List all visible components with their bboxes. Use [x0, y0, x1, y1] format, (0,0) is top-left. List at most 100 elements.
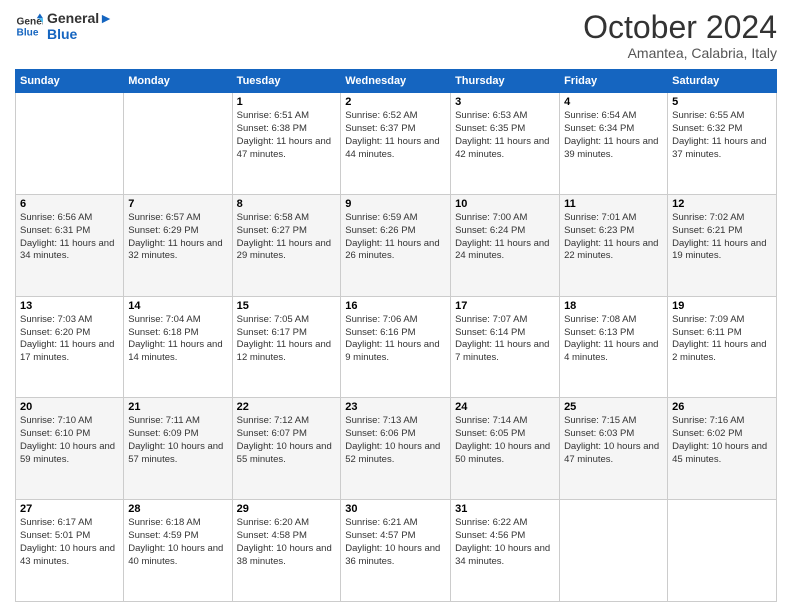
day-info: Sunrise: 7:15 AMSunset: 6:03 PMDaylight:…: [564, 415, 663, 466]
calendar-cell: 19 Sunrise: 7:09 AMSunset: 6:11 PMDayligh…: [668, 296, 777, 398]
calendar-cell: 18Sunrise: 7:08 AMSunset: 6:13 PMDayligh…: [560, 296, 668, 398]
calendar-cell: 16Sunrise: 7:06 AMSunset: 6:16 PMDayligh…: [341, 296, 451, 398]
calendar-cell: 7 Sunrise: 6:57 AMSunset: 6:29 PMDaylight…: [124, 194, 232, 296]
day-number: 13: [20, 300, 119, 312]
day-number: 1: [237, 96, 337, 108]
calendar-cell: 3 Sunrise: 6:53 AMSunset: 6:35 PMDaylight…: [451, 93, 560, 195]
calendar-cell: 28 Sunrise: 6:18 AMSunset: 4:59 PMDayligh…: [124, 500, 232, 602]
day-info: Sunrise: 6:21 AMSunset: 4:57 PMDaylight:…: [345, 517, 446, 568]
day-number: 6: [20, 198, 119, 210]
calendar-cell: 24 Sunrise: 7:14 AMSunset: 6:05 PMDayligh…: [451, 398, 560, 500]
day-info: Sunrise: 7:03 AMSunset: 6:20 PMDaylight:…: [20, 314, 119, 365]
day-info: Sunrise: 7:13 AMSunset: 6:06 PMDaylight:…: [345, 415, 446, 466]
day-number: 5: [672, 96, 772, 108]
day-info: Sunrise: 7:04 AMSunset: 6:18 PMDaylight:…: [128, 314, 227, 365]
day-number: 22: [237, 401, 337, 413]
calendar-cell: 11 Sunrise: 7:01 AMSunset: 6:23 PMDayligh…: [560, 194, 668, 296]
day-info: Sunrise: 6:59 AMSunset: 6:26 PMDaylight:…: [345, 212, 446, 263]
calendar-cell: 9 Sunrise: 6:59 AMSunset: 6:26 PMDaylight…: [341, 194, 451, 296]
weekday-header: Sunday: [16, 70, 124, 93]
calendar-cell: 22 Sunrise: 7:12 AMSunset: 6:07 PMDayligh…: [232, 398, 341, 500]
day-number: 11: [564, 198, 663, 210]
day-info: Sunrise: 6:53 AMSunset: 6:35 PMDaylight:…: [455, 110, 555, 161]
logo-text: General► Blue: [47, 10, 113, 42]
day-info: Sunrise: 6:51 AMSunset: 6:38 PMDaylight:…: [237, 110, 337, 161]
day-info: Sunrise: 7:02 AMSunset: 6:21 PMDaylight:…: [672, 212, 772, 263]
calendar-cell: 27Sunrise: 6:17 AMSunset: 5:01 PMDayligh…: [16, 500, 124, 602]
day-number: 7: [128, 198, 227, 210]
title-section: October 2024 Amantea, Calabria, Italy: [583, 10, 777, 61]
day-info: Sunrise: 7:07 AMSunset: 6:14 PMDaylight:…: [455, 314, 555, 365]
day-number: 12: [672, 198, 772, 210]
calendar-cell: 10Sunrise: 7:00 AMSunset: 6:24 PMDayligh…: [451, 194, 560, 296]
day-info: Sunrise: 6:58 AMSunset: 6:27 PMDaylight:…: [237, 212, 337, 263]
day-number: 10: [455, 198, 555, 210]
calendar-cell: 8 Sunrise: 6:58 AMSunset: 6:27 PMDaylight…: [232, 194, 341, 296]
subtitle: Amantea, Calabria, Italy: [583, 45, 777, 61]
calendar-cell: 6 Sunrise: 6:56 AMSunset: 6:31 PMDaylight…: [16, 194, 124, 296]
day-number: 18: [564, 300, 663, 312]
day-number: 28: [128, 503, 227, 515]
calendar-cell: 5 Sunrise: 6:55 AMSunset: 6:32 PMDaylight…: [668, 93, 777, 195]
day-number: 24: [455, 401, 555, 413]
day-info: Sunrise: 7:12 AMSunset: 6:07 PMDaylight:…: [237, 415, 337, 466]
day-number: 14: [128, 300, 227, 312]
calendar-cell: [668, 500, 777, 602]
weekday-header: Tuesday: [232, 70, 341, 93]
day-number: 20: [20, 401, 119, 413]
day-info: Sunrise: 7:16 AMSunset: 6:02 PMDaylight:…: [672, 415, 772, 466]
day-info: Sunrise: 6:54 AMSunset: 6:34 PMDaylight:…: [564, 110, 663, 161]
svg-text:Blue: Blue: [17, 27, 39, 38]
day-number: 2: [345, 96, 446, 108]
calendar-cell: 1 Sunrise: 6:51 AMSunset: 6:38 PMDaylight…: [232, 93, 341, 195]
calendar-cell: 13 Sunrise: 7:03 AMSunset: 6:20 PMDayligh…: [16, 296, 124, 398]
day-info: Sunrise: 7:14 AMSunset: 6:05 PMDaylight:…: [455, 415, 555, 466]
day-info: Sunrise: 7:09 AMSunset: 6:11 PMDaylight:…: [672, 314, 772, 365]
calendar-cell: 30Sunrise: 6:21 AMSunset: 4:57 PMDayligh…: [341, 500, 451, 602]
day-number: 31: [455, 503, 555, 515]
weekday-header: Thursday: [451, 70, 560, 93]
calendar-week-row: 27Sunrise: 6:17 AMSunset: 5:01 PMDayligh…: [16, 500, 777, 602]
day-info: Sunrise: 6:55 AMSunset: 6:32 PMDaylight:…: [672, 110, 772, 161]
day-number: 4: [564, 96, 663, 108]
weekday-header: Wednesday: [341, 70, 451, 93]
day-info: Sunrise: 6:22 AMSunset: 4:56 PMDaylight:…: [455, 517, 555, 568]
weekday-header: Friday: [560, 70, 668, 93]
day-number: 21: [128, 401, 227, 413]
calendar-cell: 17 Sunrise: 7:07 AMSunset: 6:14 PMDayligh…: [451, 296, 560, 398]
calendar-table: SundayMondayTuesdayWednesdayThursdayFrid…: [15, 69, 777, 602]
calendar-cell: 25 Sunrise: 7:15 AMSunset: 6:03 PMDayligh…: [560, 398, 668, 500]
day-number: 3: [455, 96, 555, 108]
day-info: Sunrise: 6:56 AMSunset: 6:31 PMDaylight:…: [20, 212, 119, 263]
day-info: Sunrise: 6:57 AMSunset: 6:29 PMDaylight:…: [128, 212, 227, 263]
day-number: 29: [237, 503, 337, 515]
day-info: Sunrise: 7:10 AMSunset: 6:10 PMDaylight:…: [20, 415, 119, 466]
calendar-cell: 15 Sunrise: 7:05 AMSunset: 6:17 PMDayligh…: [232, 296, 341, 398]
day-number: 17: [455, 300, 555, 312]
weekday-header: Saturday: [668, 70, 777, 93]
day-number: 19: [672, 300, 772, 312]
calendar-week-row: 13 Sunrise: 7:03 AMSunset: 6:20 PMDayligh…: [16, 296, 777, 398]
day-info: Sunrise: 6:18 AMSunset: 4:59 PMDaylight:…: [128, 517, 227, 568]
day-number: 26: [672, 401, 772, 413]
calendar-page: General Blue General► Blue October 2024 …: [0, 0, 792, 612]
day-info: Sunrise: 6:17 AMSunset: 5:01 PMDaylight:…: [20, 517, 119, 568]
header: General Blue General► Blue October 2024 …: [15, 10, 777, 61]
day-number: 15: [237, 300, 337, 312]
calendar-cell: 12 Sunrise: 7:02 AMSunset: 6:21 PMDayligh…: [668, 194, 777, 296]
logo: General Blue General► Blue: [15, 10, 113, 42]
day-number: 8: [237, 198, 337, 210]
calendar-cell: 2Sunrise: 6:52 AMSunset: 6:37 PMDaylight…: [341, 93, 451, 195]
calendar-cell: 21Sunrise: 7:11 AMSunset: 6:09 PMDayligh…: [124, 398, 232, 500]
day-info: Sunrise: 7:05 AMSunset: 6:17 PMDaylight:…: [237, 314, 337, 365]
calendar-cell: [560, 500, 668, 602]
day-info: Sunrise: 7:01 AMSunset: 6:23 PMDaylight:…: [564, 212, 663, 263]
weekday-header: Monday: [124, 70, 232, 93]
day-info: Sunrise: 7:06 AMSunset: 6:16 PMDaylight:…: [345, 314, 446, 365]
day-number: 9: [345, 198, 446, 210]
calendar-cell: 31 Sunrise: 6:22 AMSunset: 4:56 PMDayligh…: [451, 500, 560, 602]
day-number: 25: [564, 401, 663, 413]
calendar-cell: [124, 93, 232, 195]
calendar-cell: 4 Sunrise: 6:54 AMSunset: 6:34 PMDaylight…: [560, 93, 668, 195]
calendar-week-row: 6 Sunrise: 6:56 AMSunset: 6:31 PMDaylight…: [16, 194, 777, 296]
